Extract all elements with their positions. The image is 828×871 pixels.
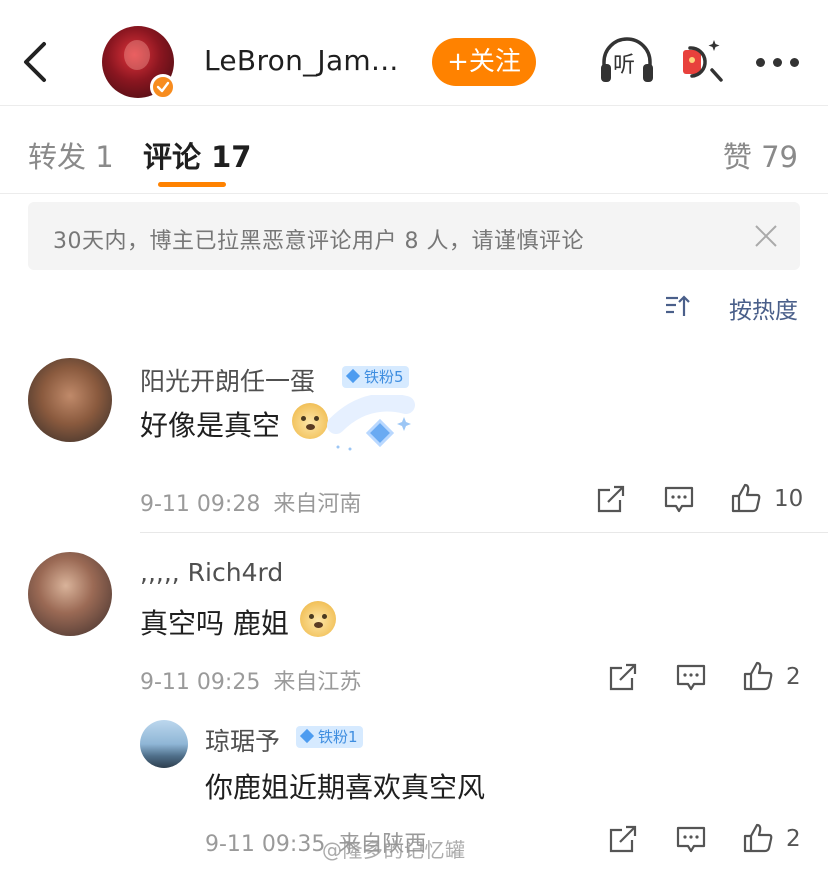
comment-location: 来自河南	[273, 492, 362, 517]
commenter-name[interactable]: ,,,,, Rich4rd	[140, 558, 283, 587]
comment-timestamp: 9-11 09:25	[140, 670, 261, 695]
like-thumb-icon[interactable]	[742, 822, 774, 854]
comment-time: 9-11 09:28 来自河南	[140, 486, 361, 518]
fan-level-badge: 铁粉1	[296, 726, 363, 748]
sort-toggle[interactable]: 按热度	[658, 290, 798, 324]
share-icon[interactable]	[596, 484, 626, 514]
comment-divider	[140, 532, 828, 533]
commenter-avatar[interactable]	[28, 358, 112, 442]
active-tab-indicator	[158, 182, 226, 187]
share-icon[interactable]	[608, 662, 638, 692]
comment-time: 9-11 09:25 来自江苏	[140, 664, 361, 696]
fan-level-badge: 铁粉5	[342, 366, 409, 388]
close-icon[interactable]	[754, 224, 778, 248]
back-arrow-icon[interactable]	[18, 38, 54, 86]
commenter-name[interactable]: 琼琚予	[205, 722, 280, 758]
like-count: 2	[786, 826, 801, 852]
comment-location: 来自江苏	[273, 670, 362, 695]
author-username[interactable]: LeBron_Jam...	[204, 44, 399, 77]
comment-text: 好像是真空	[140, 409, 281, 442]
like-count: 2	[786, 664, 801, 690]
commenter-avatar[interactable]	[28, 552, 112, 636]
tab-repost[interactable]: 转发 1	[28, 134, 114, 176]
red-envelope-search-icon[interactable]	[680, 36, 726, 86]
reply-comment-icon[interactable]	[676, 662, 706, 692]
comment-timestamp: 9-11 09:28	[140, 492, 261, 517]
follow-button[interactable]: +关注	[432, 38, 536, 86]
more-options-icon[interactable]	[754, 50, 802, 74]
reply-comment-icon[interactable]	[676, 824, 706, 854]
verified-badge-icon	[150, 74, 176, 100]
weibo-watermark: @隆多的记忆罐	[322, 838, 466, 862]
comment-timestamp: 9-11 09:35	[205, 832, 326, 857]
doge-emoji-icon	[300, 601, 336, 637]
tab-like[interactable]: 赞 79	[723, 134, 798, 176]
reply-comment-icon[interactable]	[664, 484, 694, 514]
top-bar: LeBron_Jam... +关注 听	[0, 0, 828, 106]
sort-icon	[664, 293, 690, 319]
listen-headphones-icon[interactable]: 听	[598, 36, 656, 86]
like-thumb-icon[interactable]	[730, 482, 762, 514]
diamond-decoration-icon	[326, 393, 416, 455]
commenter-name[interactable]: 阳光开朗任一蛋	[140, 362, 315, 398]
comment-text: 真空吗 鹿姐	[140, 607, 289, 640]
like-count: 10	[774, 486, 804, 512]
share-icon[interactable]	[608, 824, 638, 854]
blocked-users-notice: 30天内，博主已拉黑恶意评论用户 8 人，请谨慎评论	[28, 202, 800, 270]
like-thumb-icon[interactable]	[742, 660, 774, 692]
tab-comment[interactable]: 评论 17	[143, 134, 251, 176]
comment-text: 你鹿姐近期喜欢真空风	[205, 771, 486, 804]
tab-bar: 转发 1 评论 17 赞 79	[0, 106, 828, 194]
sort-label: 按热度	[729, 298, 798, 324]
doge-emoji-icon	[292, 403, 328, 439]
commenter-avatar[interactable]	[140, 720, 188, 768]
listen-label: 听	[613, 53, 636, 78]
notice-text: 30天内，博主已拉黑恶意评论用户 8 人，请谨慎评论	[53, 229, 584, 254]
